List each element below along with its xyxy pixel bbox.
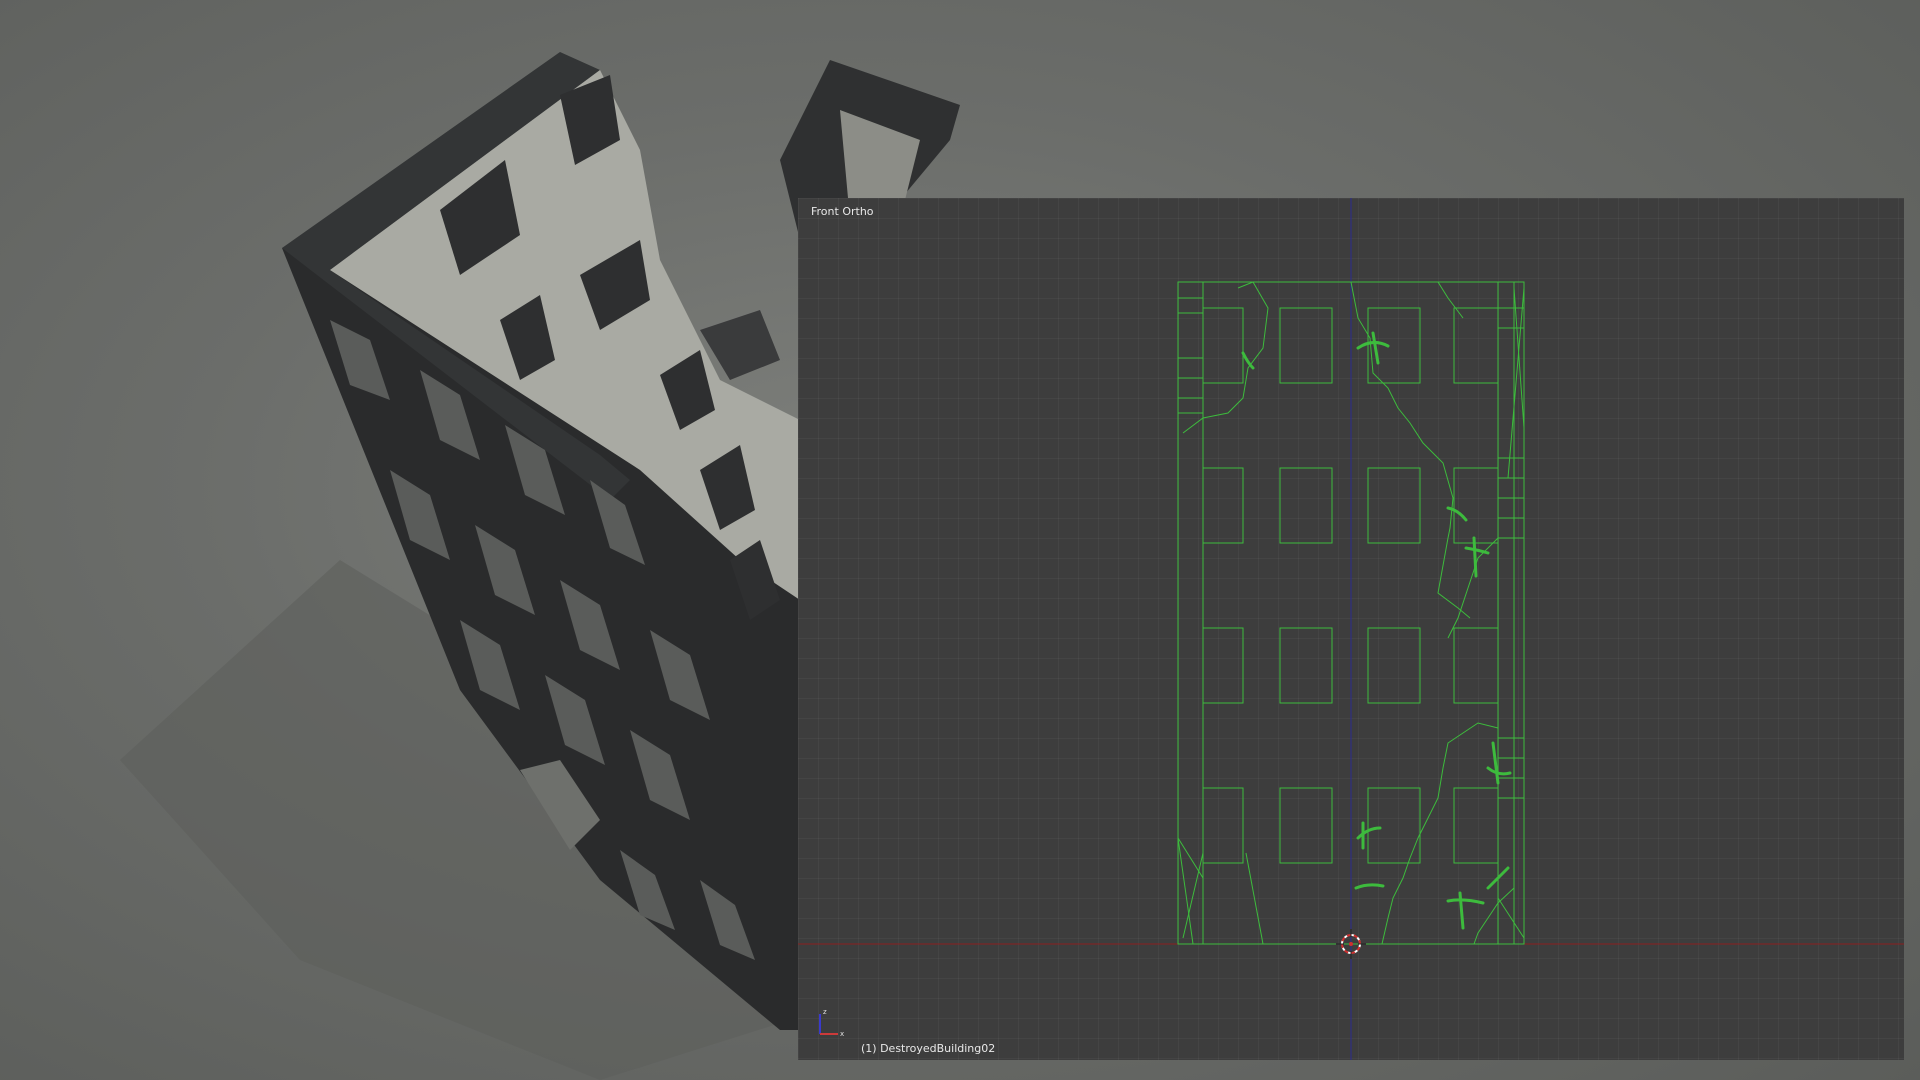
axis-orientation-gizmo: z x — [819, 1008, 844, 1038]
3d-cursor[interactable] — [1336, 929, 1366, 959]
view-name-label: Front Ortho — [811, 205, 874, 218]
wireframe-mesh — [798, 198, 1904, 1060]
right-edge-detail — [1497, 287, 1525, 939]
left-edge-detail — [1177, 297, 1264, 945]
3d-viewport-front-ortho[interactable]: Front Ortho z x (1) DestroyedBuilding02 — [798, 198, 1904, 1060]
gizmo-z-label: z — [823, 1008, 827, 1016]
gizmo-x-label: x — [840, 1030, 844, 1038]
crack-outlines — [1182, 281, 1515, 945]
active-object-label: (1) DestroyedBuilding02 — [861, 1042, 996, 1055]
